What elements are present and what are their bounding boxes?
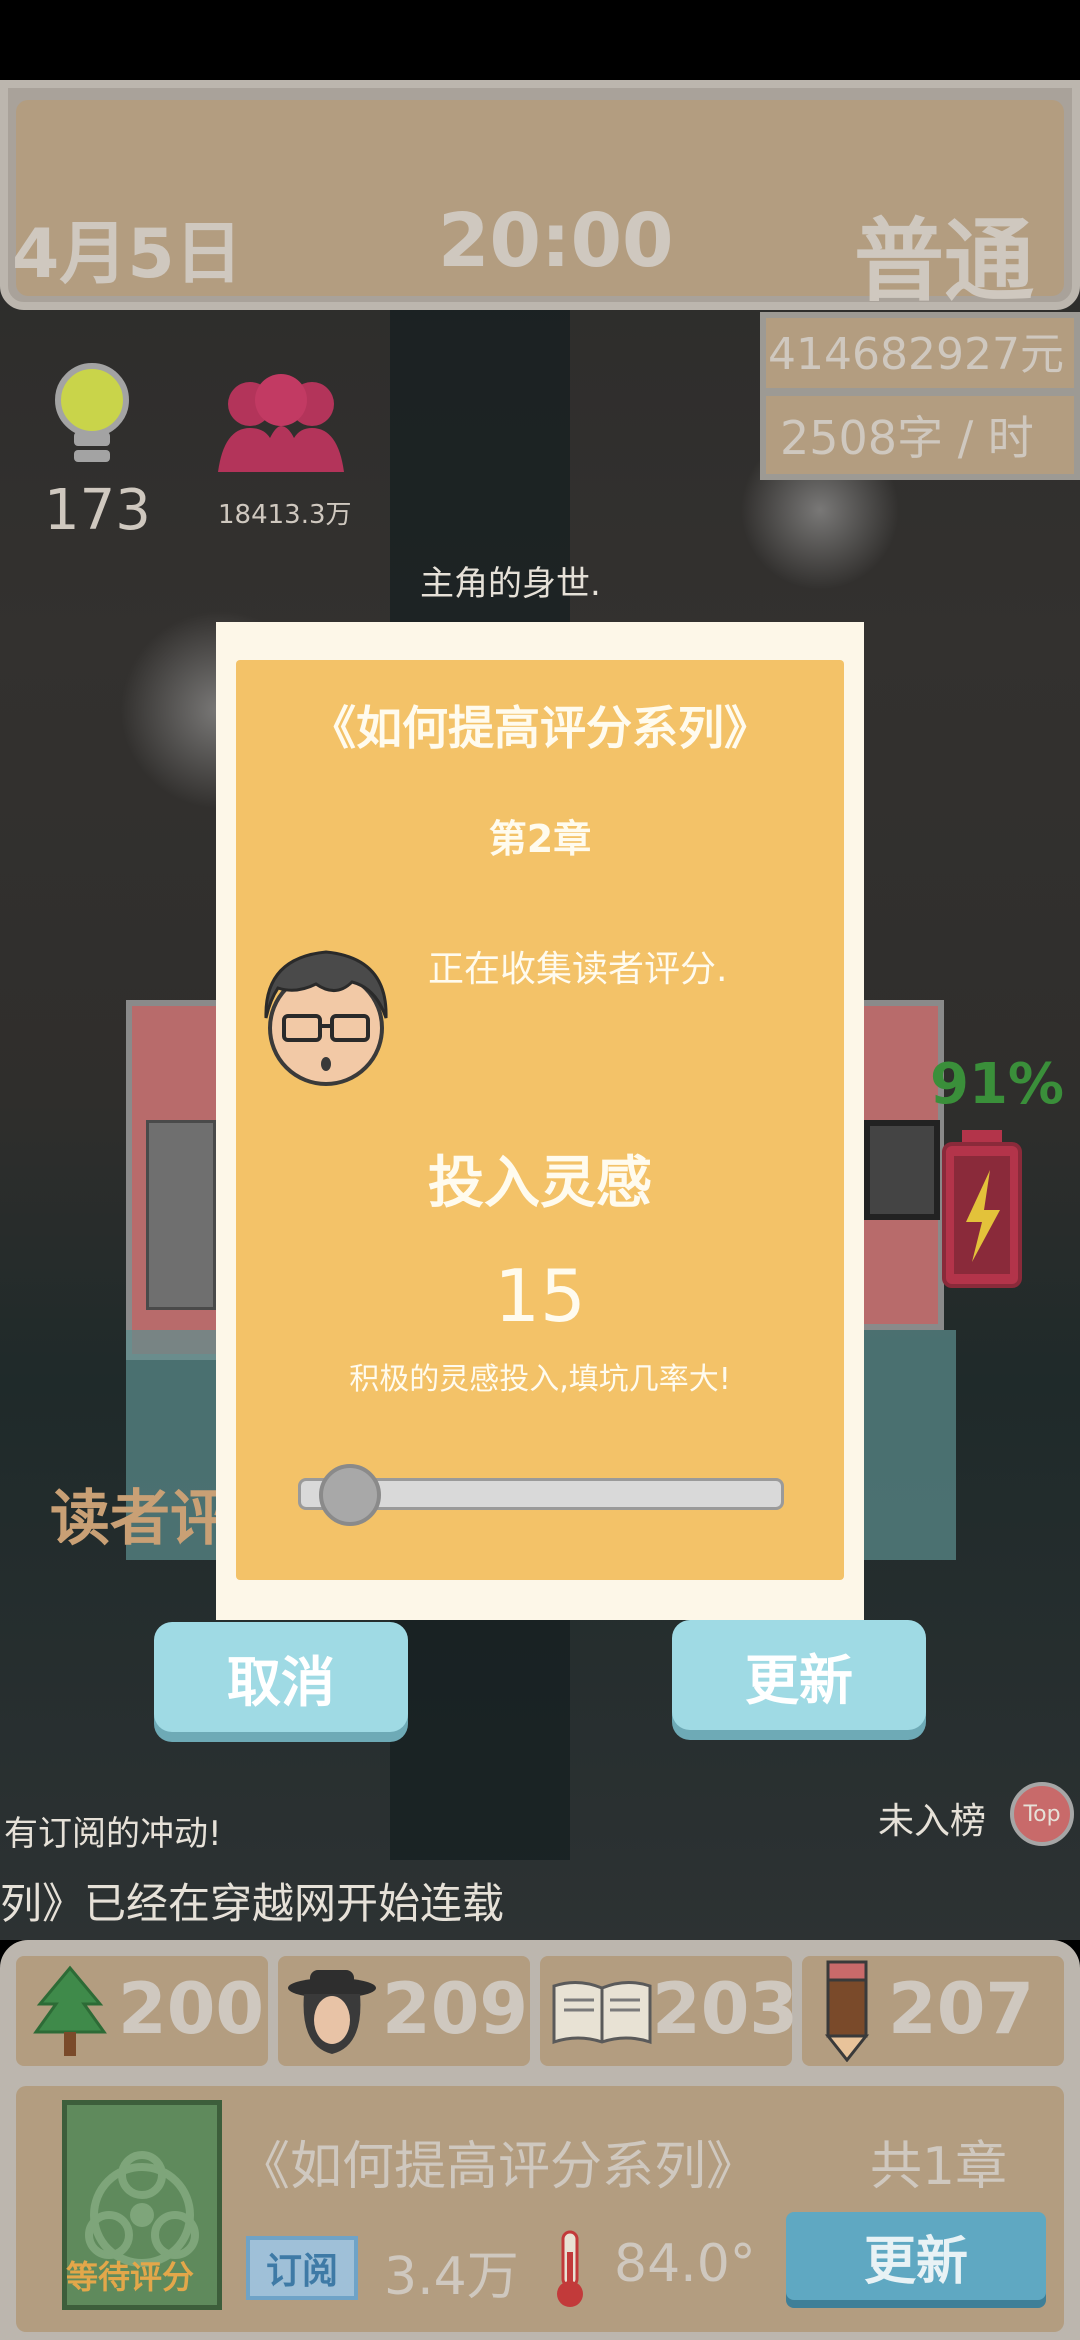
top-badge-label: Top <box>1023 1801 1061 1827</box>
attribute-value: 209 <box>382 1968 529 2050</box>
subscribe-badge-label: 订阅 <box>265 2251 338 2292</box>
time-label: 20:00 <box>438 198 674 284</box>
cancel-button-label: 取消 <box>227 1650 335 1714</box>
rank-label: 未入榜 <box>878 1801 987 1842</box>
tree-icon <box>30 1964 110 2060</box>
invest-value: 15 <box>494 1254 586 1338</box>
chapter-dialog-content <box>236 660 844 1580</box>
invest-hint: 积极的灵感投入,填坑几率大! <box>349 1362 731 1397</box>
update-button-label: 更新 <box>745 1648 853 1712</box>
top-rank-badge[interactable]: Top <box>1010 1782 1074 1846</box>
attribute-value: 207 <box>888 1968 1035 2050</box>
book-cover-status: 等待评分 <box>66 2258 195 2296</box>
reader-comment: 有订阅的冲动! <box>4 1814 222 1854</box>
reader-rating-label: 读者评 <box>50 1484 230 1554</box>
cancel-button[interactable]: 取消 <box>154 1622 408 1732</box>
pencil-icon <box>822 1960 872 2063</box>
attribute-value: 203 <box>652 1968 799 2050</box>
author-avatar <box>256 938 396 1088</box>
update-button[interactable]: 更新 <box>672 1620 926 1730</box>
character-icon <box>284 1966 380 2058</box>
money-value: 414682927元 <box>768 329 1064 380</box>
fans-value: 18413.3万 <box>218 500 352 530</box>
battery-icon <box>940 1130 1024 1290</box>
book-chapter-count: 共1章 <box>870 2137 1008 2197</box>
thermometer-icon <box>550 2228 590 2310</box>
inspiration-value: 173 <box>44 478 151 543</box>
book-update-button[interactable]: 更新 <box>786 2212 1046 2300</box>
lightbulb-icon[interactable] <box>50 360 134 480</box>
wall-monitor <box>864 1120 940 1220</box>
server-cabinet <box>146 1120 216 1310</box>
heat-value: 84.0° <box>614 2234 756 2294</box>
news-ticker: 列》已经在穿越网开始连载 <box>0 1879 505 1928</box>
difficulty-label[interactable]: 普通 <box>854 188 1034 318</box>
subscribe-badge: 订阅 <box>246 2236 358 2300</box>
subscriber-count: 3.4万 <box>384 2247 519 2307</box>
attribute-value: 200 <box>118 1968 265 2050</box>
dialog-status: 正在收集读者评分. <box>428 949 728 990</box>
book-title: 《如何提高评分系列》 <box>238 2137 759 2197</box>
book-icon <box>550 1978 654 2046</box>
fans-icon[interactable] <box>214 372 348 482</box>
dialog-book-title: 《如何提高评分系列》 <box>310 701 770 755</box>
inspiration-slider-knob[interactable] <box>319 1464 382 1526</box>
invest-label: 投入灵感 <box>428 1151 652 1216</box>
scene-caption: 主角的身世. <box>420 564 601 604</box>
writing-speed-value: 2508字 / 时 <box>780 411 1034 465</box>
battery-percent: 91% <box>930 1052 1065 1117</box>
dialog-chapter: 第2章 <box>488 817 592 861</box>
date-label: 4月5日 <box>12 215 243 294</box>
book-update-label: 更新 <box>863 2231 968 2292</box>
